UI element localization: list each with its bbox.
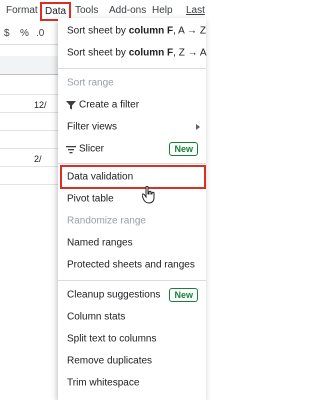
named-ranges[interactable]: Named ranges bbox=[58, 232, 206, 254]
menu-separator bbox=[58, 68, 206, 69]
toolbar: $ % .0 bbox=[0, 24, 58, 45]
sort-z-a-label: Sort sheet by column F, Z → A bbox=[67, 47, 207, 59]
cleanup-suggestions[interactable]: Cleanup suggestions New bbox=[58, 284, 206, 306]
column-header bbox=[0, 56, 58, 75]
hand-cursor-icon bbox=[142, 186, 155, 204]
row-divider bbox=[0, 184, 58, 185]
pivot-table[interactable]: Pivot table bbox=[58, 188, 206, 210]
slicer-icon bbox=[66, 146, 76, 154]
sort-a-z-label: Sort sheet by column F, A → Z bbox=[67, 25, 206, 37]
decimal-format-button[interactable]: .0 bbox=[36, 28, 44, 39]
currency-format-button[interactable]: $ bbox=[4, 28, 10, 39]
sort-sheet-a-z[interactable]: Sort sheet by column F, A → Z bbox=[58, 20, 206, 42]
menu-separator bbox=[58, 280, 206, 281]
row-divider bbox=[0, 148, 58, 149]
submenu-arrow-icon bbox=[196, 124, 200, 130]
filter-icon bbox=[66, 101, 76, 110]
randomize-range: Randomize range bbox=[67, 215, 146, 227]
new-badge: New bbox=[169, 288, 198, 302]
remove-duplicates[interactable]: Remove duplicates bbox=[58, 350, 206, 372]
row-divider bbox=[0, 166, 58, 167]
filter-views[interactable]: Filter views bbox=[58, 116, 206, 138]
menu-format[interactable]: Format bbox=[6, 5, 38, 16]
row-divider bbox=[0, 112, 58, 113]
data-menu-dropdown: Sort sheet by column F, A → Z Sort sheet… bbox=[58, 18, 207, 400]
sort-range: Sort range bbox=[67, 77, 114, 89]
menu-tools[interactable]: Tools bbox=[75, 5, 98, 16]
column-stats[interactable]: Column stats bbox=[58, 306, 206, 328]
sort-sheet-z-a[interactable]: Sort sheet by column F, Z → A bbox=[58, 42, 207, 64]
split-text-to-columns[interactable]: Split text to columns bbox=[58, 328, 206, 350]
menu-help[interactable]: Help bbox=[152, 5, 173, 16]
menu-addons[interactable]: Add-ons bbox=[109, 5, 146, 16]
cell-value[interactable]: 12/ bbox=[34, 100, 47, 110]
highlight-box bbox=[60, 165, 206, 189]
last-edit-link[interactable]: Last bbox=[186, 5, 205, 16]
row-divider bbox=[0, 130, 58, 131]
row-divider bbox=[0, 94, 58, 95]
menu-separator bbox=[58, 163, 206, 164]
new-badge: New bbox=[169, 142, 198, 156]
protected-sheets-ranges[interactable]: Protected sheets and ranges bbox=[58, 254, 206, 276]
percent-format-button[interactable]: % bbox=[20, 28, 29, 39]
trim-whitespace[interactable]: Trim whitespace bbox=[58, 372, 206, 394]
slicer[interactable]: Slicer New bbox=[58, 138, 206, 160]
cell-value[interactable]: 2/ bbox=[34, 154, 42, 164]
create-filter[interactable]: Create a filter bbox=[58, 94, 206, 116]
